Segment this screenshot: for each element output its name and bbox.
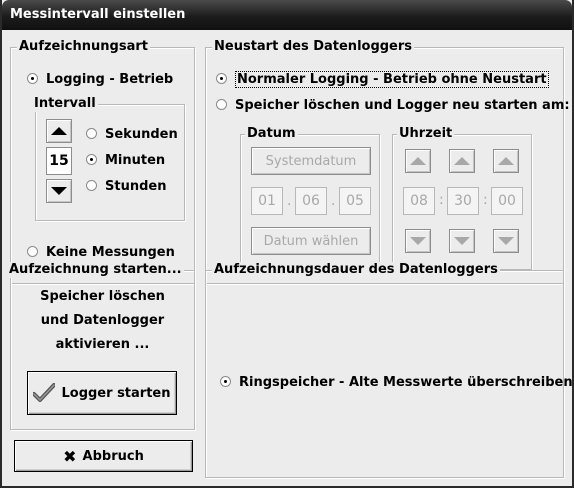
- aufzeichnungsart-label: Aufzeichnungsart: [17, 39, 150, 55]
- checkmark-icon: [33, 383, 56, 402]
- logger-starten-button[interactable]: Logger starten: [27, 371, 177, 415]
- radio-indicator: [220, 376, 231, 387]
- dialog-window: Messintervall einstellen Aufzeichnungsar…: [0, 0, 574, 488]
- arrow-down-icon: [410, 237, 426, 245]
- month-value: 06: [302, 193, 320, 209]
- arrow-up-icon: [498, 157, 514, 165]
- second-field[interactable]: 00: [491, 187, 523, 215]
- abbruch-button[interactable]: ✖ Abbruch: [14, 440, 193, 472]
- second-value: 00: [498, 193, 516, 209]
- arrow-up-icon: [410, 157, 426, 165]
- datum-waehlen-label: Datum wählen: [263, 233, 359, 249]
- minute-field[interactable]: 30: [447, 187, 479, 215]
- day-field[interactable]: 01: [251, 187, 283, 215]
- datum-group: Datum Systemdatum 01 . 06 . 05 Datum wäh…: [240, 126, 380, 270]
- intervall-up-button[interactable]: [46, 119, 72, 143]
- minuten-radio[interactable]: Minuten: [86, 153, 165, 169]
- arrow-down-icon: [454, 237, 470, 245]
- ringspeicher-label: Ringspeicher - Alte Messwerte überschrei…: [239, 375, 573, 390]
- time-separator: :: [439, 192, 444, 208]
- date-separator: .: [331, 193, 336, 209]
- starten-text-line2: und Datenlogger: [40, 313, 165, 328]
- aufzeichnungsdauer-label: Aufzeichnungsdauer des Datenloggers: [212, 262, 500, 278]
- intervall-group: Intervall 15 Sekunden Minuten Stunden: [32, 96, 185, 221]
- minute-down-button[interactable]: [449, 229, 475, 253]
- sekunden-label: Sekunden: [105, 127, 178, 142]
- logging-betrieb-radio[interactable]: Logging - Betrieb: [27, 72, 173, 88]
- normaler-logging-label: Normaler Logging - Betrieb ohne Neustart: [235, 71, 549, 88]
- hour-field[interactable]: 08: [403, 187, 435, 215]
- minuten-label: Minuten: [105, 153, 166, 168]
- aufzeichnungsdauer-group: Aufzeichnungsdauer des Datenloggers Ring…: [205, 262, 573, 478]
- hour-value: 08: [410, 193, 428, 209]
- year-field[interactable]: 05: [339, 187, 371, 215]
- minute-up-button[interactable]: [449, 149, 475, 173]
- sekunden-radio[interactable]: Sekunden: [86, 127, 178, 143]
- speicher-loeschen-label: Speicher löschen und Logger neu starten …: [235, 98, 570, 113]
- normaler-logging-radio[interactable]: Normaler Logging - Betrieb ohne Neustart: [216, 71, 549, 88]
- uhrzeit-label: Uhrzeit: [397, 126, 455, 142]
- title-bar[interactable]: Messintervall einstellen: [2, 0, 572, 30]
- stunden-radio[interactable]: Stunden: [86, 179, 166, 195]
- window-title: Messintervall einstellen: [10, 7, 186, 22]
- speicher-loeschen-radio[interactable]: Speicher löschen und Logger neu starten …: [216, 98, 570, 114]
- logger-starten-label: Logger starten: [61, 385, 171, 401]
- time-separator: :: [483, 192, 488, 208]
- datum-label: Datum: [245, 126, 298, 142]
- abbruch-label: Abbruch: [82, 448, 144, 464]
- close-x-icon: ✖: [63, 446, 77, 466]
- hour-down-button[interactable]: [405, 229, 431, 253]
- intervall-value: 15: [49, 153, 69, 169]
- intervall-value-field[interactable]: 15: [46, 147, 72, 175]
- systemdatum-button[interactable]: Systemdatum: [251, 147, 371, 175]
- aufzeichnung-starten-label: Aufzeichnung starten...: [7, 262, 184, 278]
- uhrzeit-group: Uhrzeit 08 : 30 : 00: [392, 126, 532, 270]
- radio-indicator: [86, 154, 97, 165]
- day-value: 01: [258, 193, 276, 209]
- second-up-button[interactable]: [493, 149, 519, 173]
- arrow-up-icon: [454, 157, 470, 165]
- radio-indicator: [216, 99, 227, 110]
- keine-messungen-label: Keine Messungen: [46, 245, 175, 260]
- starten-text-line3: aktivieren ...: [55, 337, 150, 352]
- radio-indicator: [27, 73, 38, 84]
- radio-indicator: [86, 128, 97, 139]
- ringspeicher-radio[interactable]: Ringspeicher - Alte Messwerte überschrei…: [220, 375, 573, 391]
- starten-text-line1: Speicher löschen: [40, 289, 165, 304]
- systemdatum-label: Systemdatum: [265, 153, 357, 169]
- hour-up-button[interactable]: [405, 149, 431, 173]
- arrow-down-icon: [51, 187, 67, 195]
- intervall-down-button[interactable]: [46, 179, 72, 203]
- radio-indicator: [27, 246, 38, 257]
- datum-waehlen-button[interactable]: Datum wählen: [251, 227, 371, 255]
- logging-betrieb-label: Logging - Betrieb: [46, 72, 174, 87]
- month-field[interactable]: 06: [295, 187, 327, 215]
- date-separator: .: [287, 193, 292, 209]
- minute-value: 30: [454, 193, 472, 209]
- radio-indicator: [86, 180, 97, 191]
- aufzeichnungsart-group: Aufzeichnungsart Logging - Betrieb Inter…: [10, 39, 195, 284]
- keine-messungen-radio[interactable]: Keine Messungen: [27, 245, 175, 261]
- neustart-label: Neustart des Datenloggers: [212, 39, 415, 55]
- stunden-label: Stunden: [105, 179, 167, 194]
- arrow-up-icon: [51, 127, 67, 135]
- radio-indicator: [216, 73, 227, 84]
- arrow-down-icon: [498, 237, 514, 245]
- dialog-client-area: Aufzeichnungsart Logging - Betrieb Inter…: [2, 30, 573, 486]
- year-value: 05: [346, 193, 364, 209]
- intervall-label: Intervall: [32, 96, 98, 112]
- neustart-group: Neustart des Datenloggers Normaler Loggi…: [205, 39, 570, 284]
- aufzeichnung-starten-group: Aufzeichnung starten... Speicher löschen…: [7, 262, 195, 430]
- second-down-button[interactable]: [493, 229, 519, 253]
